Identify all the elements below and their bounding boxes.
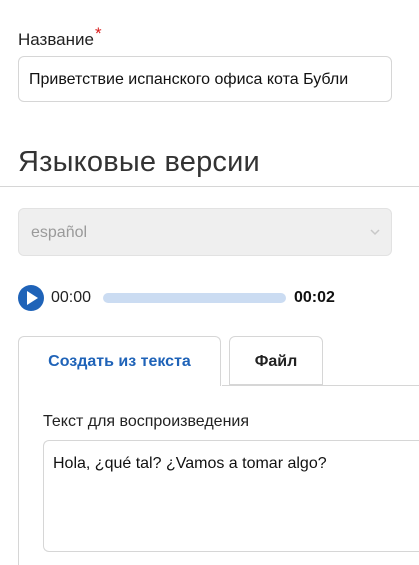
section-divider xyxy=(0,186,419,187)
language-select[interactable]: español xyxy=(18,208,392,256)
tab-file[interactable]: Файл xyxy=(229,336,323,385)
play-button[interactable] xyxy=(18,285,44,311)
audio-progress-bar[interactable] xyxy=(103,293,286,303)
required-asterisk: * xyxy=(94,24,102,43)
language-select-value: español xyxy=(31,224,88,241)
play-icon xyxy=(27,291,38,305)
section-title: Языковые версии xyxy=(18,146,260,178)
name-field-label: Название* xyxy=(18,24,102,50)
name-label-text: Название xyxy=(18,30,94,49)
audio-current-time: 00:00 xyxy=(51,289,92,306)
tab-create-from-text[interactable]: Создать из текста xyxy=(18,336,221,386)
chevron-down-icon xyxy=(369,209,381,277)
name-input[interactable]: Приветствие испанского офиса кота Бубли xyxy=(18,56,392,102)
tts-text-area[interactable]: Hola, ¿qué tal? ¿Vamos a tomar algo? xyxy=(43,440,419,552)
audio-total-time: 00:02 xyxy=(294,289,335,306)
audio-player: 00:00 00:02 xyxy=(18,285,419,311)
tts-text-label: Текст для воспроизведения xyxy=(43,413,249,430)
